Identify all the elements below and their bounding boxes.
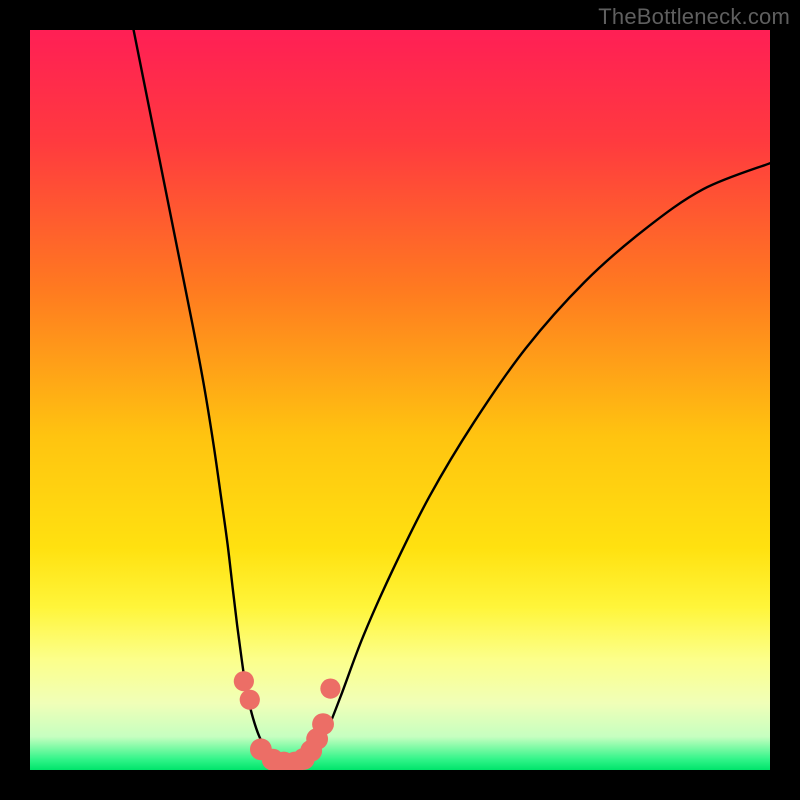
data-markers <box>234 671 341 770</box>
marker-dot <box>234 671 254 691</box>
curve-layer <box>30 30 770 770</box>
marker-dot <box>240 690 260 710</box>
marker-dot <box>312 713 334 735</box>
chart-frame: TheBottleneck.com <box>0 0 800 800</box>
left-branch-curve <box>134 30 282 764</box>
watermark-label: TheBottleneck.com <box>598 4 790 30</box>
plot-area <box>30 30 770 770</box>
marker-dot <box>320 678 340 698</box>
right-branch-curve <box>304 163 770 762</box>
